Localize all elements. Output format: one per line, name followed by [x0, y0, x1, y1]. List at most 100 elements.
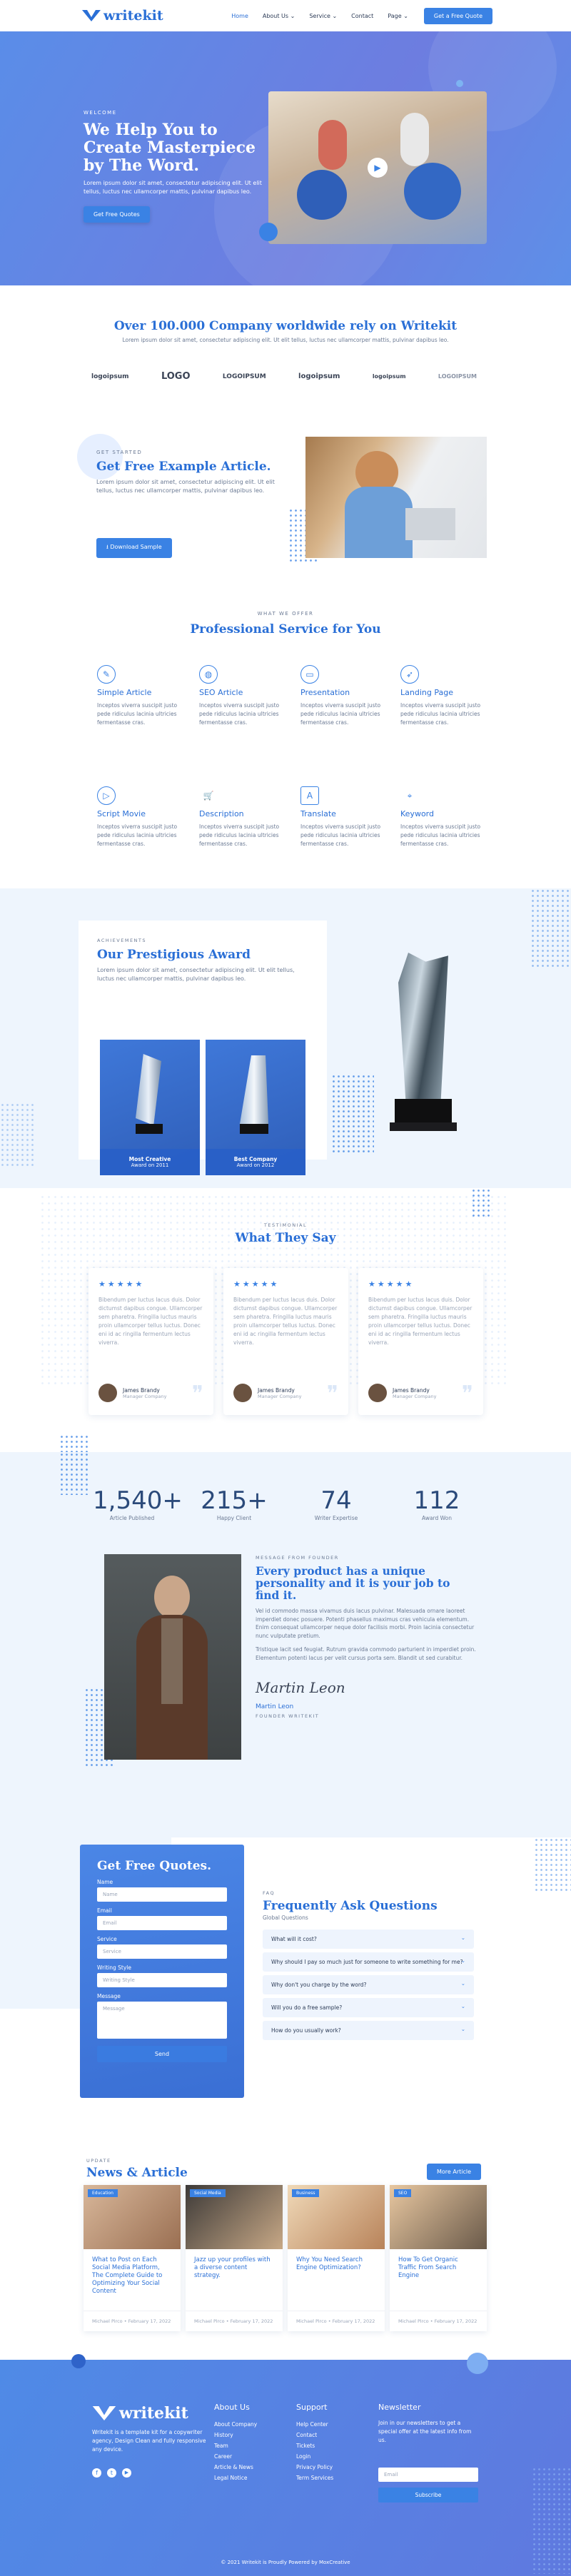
download-sample-label: Download Sample: [110, 544, 162, 550]
logo[interactable]: writekit: [82, 8, 163, 24]
footer-link[interactable]: Team: [214, 2440, 257, 2451]
footer-link[interactable]: Help Center: [296, 2419, 333, 2430]
author-role: Manager Company: [123, 1393, 167, 1399]
testimonial-card: ★★★★★ Bibendum per luctus lacus duis. Do…: [223, 1268, 348, 1415]
faq-subtitle: Global Questions: [263, 1915, 308, 1921]
nav-home[interactable]: Home: [231, 13, 248, 19]
decor-dots: [59, 1452, 88, 1495]
footer-link[interactable]: Career: [214, 2451, 257, 2462]
testimonials-section: TESTIMONIAL What They Say ★★★★★ Bibendum…: [0, 1188, 571, 1452]
faq-question: Why don't you charge by the word?: [271, 1982, 367, 1988]
twitter-icon[interactable]: t: [107, 2468, 116, 2478]
social-links: f t ▶: [92, 2468, 217, 2478]
awards-card: ACHIEVEMENTS Our Prestigious Award Lorem…: [79, 921, 327, 1175]
avatar: [233, 1384, 252, 1402]
facebook-icon[interactable]: f: [92, 2468, 101, 2478]
news-title: How To Get Organic Traffic From Search E…: [398, 2256, 458, 2279]
nav-about[interactable]: About Us ⌄: [263, 13, 295, 19]
stat-value: 112: [413, 1486, 460, 1515]
news-card[interactable]: Business Why You Need Search Engine Optim…: [288, 2185, 385, 2331]
message-field[interactable]: Message: [97, 2002, 227, 2039]
message-label: Message: [97, 1993, 121, 1999]
more-article-button[interactable]: More Article: [427, 2164, 482, 2180]
stat-label: Award Won: [422, 1515, 452, 1521]
faq-item[interactable]: Why should I pay so much just for someon…: [263, 1952, 474, 1972]
chevron-down-icon: ⌄: [290, 12, 295, 19]
faq-item[interactable]: How do you usually work? ⌄: [263, 2021, 474, 2040]
stat-item: 74 Writer Expertise: [297, 1486, 375, 1522]
trophy-image: [240, 1055, 268, 1124]
service-item[interactable]: A Translate Inceptos viverra suscipit just…: [300, 786, 393, 848]
faq-question: What will it cost?: [271, 1936, 317, 1942]
award-name: Most Creative: [128, 1156, 171, 1162]
news-card[interactable]: Education What to Post on Each Social Med…: [84, 2185, 181, 2331]
service-label: Service: [97, 1936, 117, 1942]
faq-question: Will you do a free sample?: [271, 2004, 343, 2011]
service-item[interactable]: ◍ SEO Article Inceptos viverra suscipit ju…: [199, 665, 292, 727]
header-quote-button[interactable]: Get a Free Quote: [423, 7, 492, 24]
news-card[interactable]: Social Media Jazz up your profiles with a…: [186, 2185, 283, 2331]
faq-title: Frequently Ask Questions: [263, 1899, 438, 1913]
footer-link[interactable]: Legal Notice: [214, 2473, 257, 2483]
keyword-icon: ⌖: [407, 790, 413, 801]
youtube-icon[interactable]: ▶: [122, 2468, 131, 2478]
author-role: Manager Company: [393, 1393, 437, 1399]
hero-quote-button[interactable]: Get Free Quotes: [84, 206, 150, 223]
service-desc: Inceptos viverra suscipit justo pede rid…: [199, 702, 280, 726]
footer-link[interactable]: Term Services: [296, 2473, 333, 2483]
send-button[interactable]: Send: [97, 2046, 227, 2062]
faq-item[interactable]: What will it cost? ⌄: [263, 1930, 474, 1949]
services-eyebrow: WHAT WE OFFER: [257, 611, 314, 617]
nav-service[interactable]: Service ⌄: [309, 13, 337, 19]
service-item[interactable]: ✎ Simple Article Inceptos viverra suscipit…: [97, 665, 190, 727]
footer-link[interactable]: Privacy Policy: [296, 2462, 333, 2473]
logo-w-icon: [82, 10, 101, 21]
newsletter-email-field[interactable]: Email: [378, 2468, 478, 2482]
service-field[interactable]: Service: [97, 1944, 227, 1959]
download-sample-button[interactable]: ⭳ Download Sample: [96, 538, 172, 558]
decor-dots: [530, 888, 571, 967]
name-label: Name: [97, 1879, 113, 1885]
faq-item[interactable]: Why don't you charge by the word? ⌄: [263, 1975, 474, 1994]
service-name: Simple Article: [97, 688, 152, 697]
stat-value: 74: [320, 1486, 352, 1515]
footer-link[interactable]: Article & News: [214, 2462, 257, 2473]
nav-page[interactable]: Page ⌄: [388, 13, 408, 19]
news-card[interactable]: SEO How To Get Organic Traffic From Searc…: [390, 2185, 487, 2331]
service-name: Landing Page: [400, 688, 453, 697]
service-desc: Inceptos viverra suscipit justo pede rid…: [97, 823, 178, 847]
nav-page-label: Page: [388, 12, 402, 19]
service-item[interactable]: ▭ Presentation Inceptos viverra suscipit j…: [300, 665, 393, 727]
faq-item[interactable]: Will you do a free sample? ⌄: [263, 1998, 474, 2017]
chevron-down-icon: ⌄: [460, 1934, 465, 1941]
footer-link[interactable]: Tickets: [296, 2440, 333, 2451]
main-nav: Home About Us ⌄ Service ⌄ Contact Page ⌄: [231, 13, 408, 19]
news-meta: Michael Pirco • February 17, 2022: [84, 2311, 181, 2331]
trust-title: Over 100.000 Company worldwide rely on W…: [113, 319, 458, 333]
hero-title: We Help You to Create Masterpiece by The…: [84, 121, 256, 175]
play-icon[interactable]: ▶: [368, 158, 388, 178]
presentation-icon: ▭: [300, 665, 319, 684]
subscribe-button[interactable]: Subscribe: [378, 2488, 478, 2503]
stat-item: 215+ Happy Client: [195, 1486, 273, 1522]
founder-signature: Martin Leon: [256, 1679, 345, 1696]
email-field[interactable]: Email: [97, 1916, 227, 1930]
stat-value: 1,540+: [93, 1486, 183, 1515]
service-item[interactable]: ▷ Script Movie Inceptos viverra suscipit j…: [97, 786, 190, 848]
newsletter-title: Newsletter: [378, 2403, 421, 2412]
footer-logo[interactable]: writekit: [92, 2404, 217, 2423]
awards-section: ACHIEVEMENTS Our Prestigious Award Lorem…: [0, 888, 571, 1188]
footer-link[interactable]: Contact: [296, 2430, 333, 2440]
stats-founder-section: 1,540+ Article Published 215+ Happy Client…: [0, 1452, 571, 1837]
footer-link[interactable]: Login: [296, 2451, 333, 2462]
name-field[interactable]: Name: [97, 1887, 227, 1902]
footer-link[interactable]: History: [214, 2430, 257, 2440]
service-item[interactable]: 🛒 Description Inceptos viverra suscipit ju…: [199, 786, 292, 848]
writing-style-field[interactable]: Writing Style: [97, 1973, 227, 1987]
news-title: Why You Need Search Engine Optimization?: [296, 2256, 363, 2271]
service-item[interactable]: ➶ Landing Page Inceptos viverra suscipit j…: [400, 665, 493, 727]
footer-link[interactable]: About Company: [214, 2419, 257, 2430]
news-image: SEO: [390, 2185, 487, 2249]
nav-contact[interactable]: Contact: [351, 13, 373, 19]
service-item[interactable]: ⌖ Keyword Inceptos viverra suscipit justo …: [400, 786, 493, 848]
